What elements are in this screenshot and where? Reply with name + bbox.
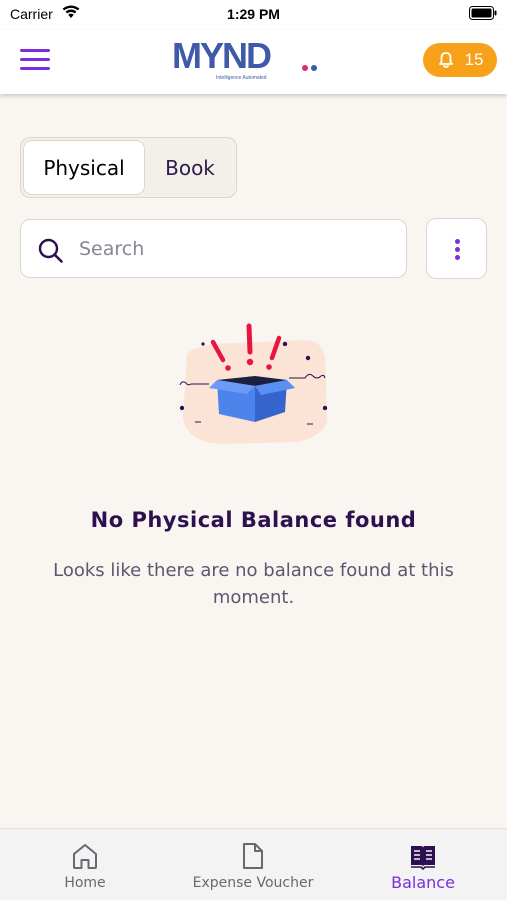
home-icon (73, 844, 97, 869)
search-bar[interactable] (20, 219, 407, 278)
logo-text: MYND (172, 35, 272, 76)
nav-label-expense-voucher: Expense Voucher (192, 875, 314, 891)
document-icon (243, 843, 263, 869)
battery-icon (469, 6, 497, 20)
search-icon (38, 238, 63, 263)
bell-icon (438, 52, 453, 68)
empty-state-title: No Physical Balance found (90, 508, 417, 532)
empty-state-message: Looks like there are no balance found at… (53, 560, 454, 608)
search-input[interactable] (79, 232, 389, 266)
more-vertical-icon (455, 239, 460, 244)
mynd-logo: MYND Intelligence Automated (172, 38, 322, 82)
hamburger-menu-icon[interactable] (20, 49, 50, 71)
bottom-navigation: Home Expense Voucher Balance (0, 828, 507, 900)
nav-label-balance: Balance (391, 873, 455, 892)
notification-count: 15 (464, 50, 484, 69)
status-bar: Carrier 1:29 PM (0, 0, 507, 30)
tab-physical[interactable]: Physical (23, 140, 145, 195)
more-options-button[interactable] (426, 218, 487, 279)
logo-dot-pink (302, 65, 308, 71)
nav-item-home[interactable]: Home (40, 829, 130, 900)
notification-button[interactable]: 15 (423, 43, 497, 77)
logo-dot-blue (311, 65, 317, 71)
app-header: MYND Intelligence Automated 15 (0, 30, 507, 94)
status-time: 1:29 PM (227, 6, 280, 22)
logo-tagline: Intelligence Automated (216, 75, 267, 81)
tab-book[interactable]: Book (145, 140, 235, 195)
nav-item-expense-voucher[interactable]: Expense Voucher (183, 829, 323, 900)
nav-label-home: Home (64, 875, 106, 891)
balance-type-tabs: Physical Book (20, 137, 237, 198)
book-icon (411, 846, 435, 871)
open-box-alert-illustration (179, 323, 328, 444)
nav-item-balance[interactable]: Balance (368, 829, 478, 900)
